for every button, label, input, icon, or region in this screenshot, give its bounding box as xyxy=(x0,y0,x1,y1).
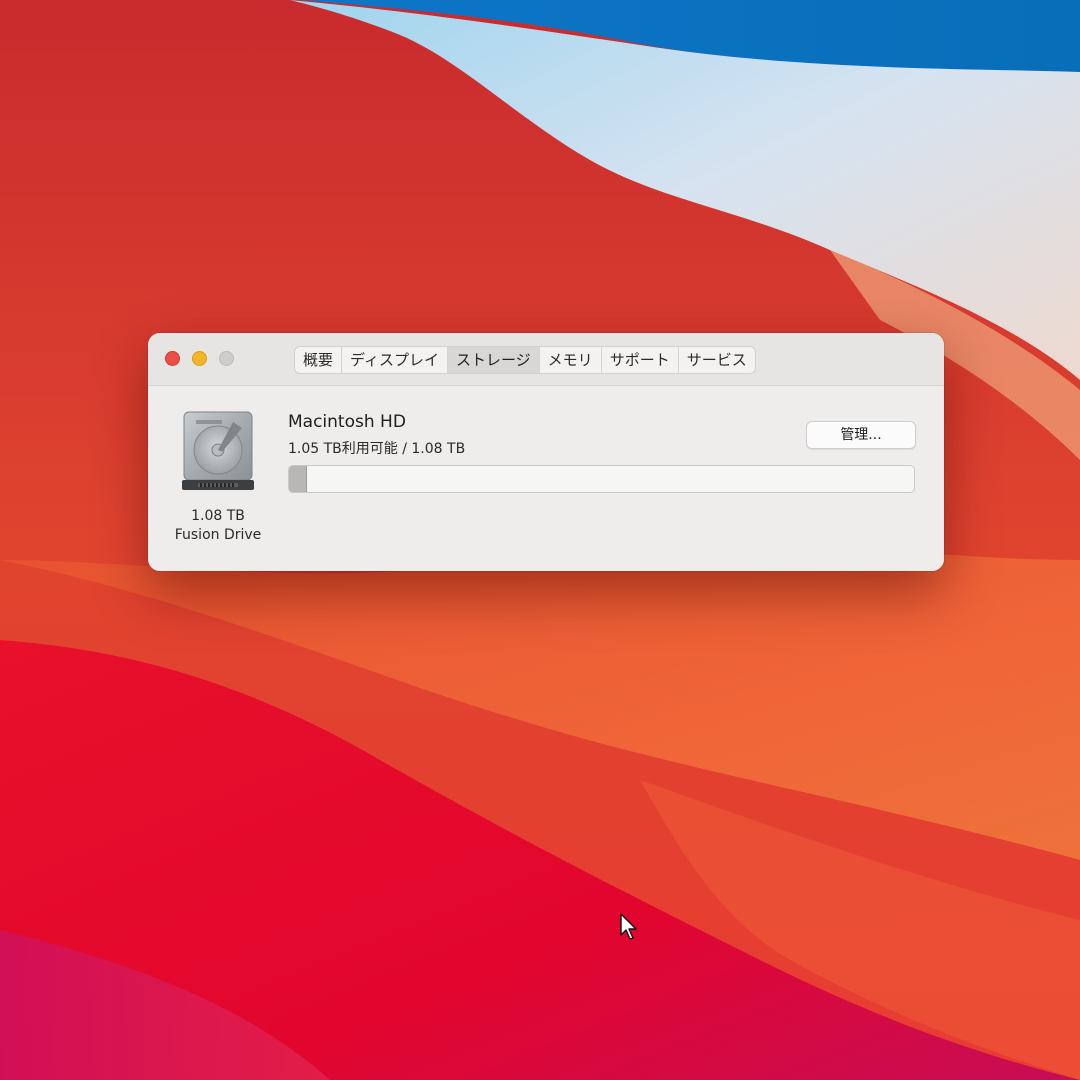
tab-support[interactable]: サポート xyxy=(602,347,679,373)
mouse-cursor-icon xyxy=(620,913,637,940)
minimize-button[interactable] xyxy=(192,351,207,366)
window-titlebar[interactable]: 概要 ディスプレイ ストレージ メモリ サポート サービス xyxy=(148,333,944,386)
segmented-tab-bar: 概要 ディスプレイ ストレージ メモリ サポート サービス xyxy=(294,346,756,374)
volume-usage-text: 1.05 TB利用可能 / 1.08 TB xyxy=(288,441,466,457)
storage-used-segment xyxy=(289,466,307,492)
close-button[interactable] xyxy=(165,351,180,366)
hard-drive-icon xyxy=(182,411,254,490)
tab-storage[interactable]: ストレージ xyxy=(447,347,540,373)
storage-pane: 1.08 TB Fusion Drive Macintosh HD 1.05 T… xyxy=(148,386,944,571)
tab-displays[interactable]: ディスプレイ xyxy=(342,347,448,373)
tab-service[interactable]: サービス xyxy=(679,347,755,373)
zoom-button xyxy=(219,351,234,366)
about-this-mac-window: 概要 ディスプレイ ストレージ メモリ サポート サービス 1.08 TB Fu… xyxy=(148,333,944,571)
tab-overview[interactable]: 概要 xyxy=(295,347,343,373)
disk-capacity: 1.08 TB xyxy=(191,508,245,524)
volume-name: Macintosh HD xyxy=(288,412,406,432)
disk-type: Fusion Drive xyxy=(174,527,262,543)
storage-usage-bar xyxy=(288,465,915,493)
manage-button[interactable]: 管理... xyxy=(806,421,916,449)
tab-memory[interactable]: メモリ xyxy=(540,347,602,373)
